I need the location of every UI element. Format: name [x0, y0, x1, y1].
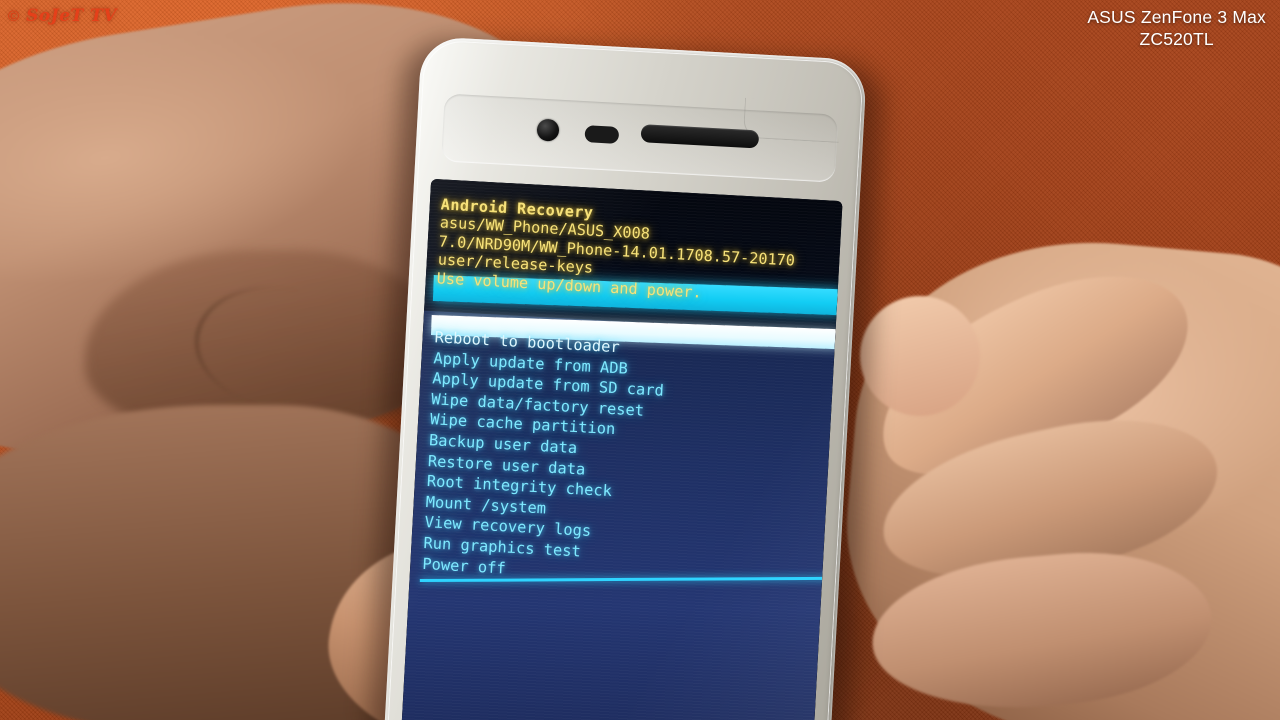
device-name-line-1: ASUS ZenFone 3 Max [1087, 7, 1266, 27]
phone-screen-frame: Android Recovery asus/WW_Phone/ASUS_X008… [401, 178, 843, 720]
recovery-menu: Reboot to bootloader Apply update from A… [422, 327, 829, 595]
copyright-icon: © [8, 7, 20, 25]
device-model-line-2: ZC520TL [1139, 29, 1214, 49]
video-device-label: ASUS ZenFone 3 Max ZC520TL [1087, 6, 1266, 50]
channel-watermark: © SoJeT TV [8, 6, 117, 26]
screenshot-stage: Android Recovery asus/WW_Phone/ASUS_X008… [0, 0, 1280, 720]
recovery-screen[interactable]: Android Recovery asus/WW_Phone/ASUS_X008… [401, 178, 843, 720]
phone-device: Android Recovery asus/WW_Phone/ASUS_X008… [367, 36, 886, 720]
right-index-fingertip [860, 296, 980, 416]
watermark-label: SoJeT TV [26, 6, 117, 26]
proximity-sensor-icon [584, 125, 620, 144]
